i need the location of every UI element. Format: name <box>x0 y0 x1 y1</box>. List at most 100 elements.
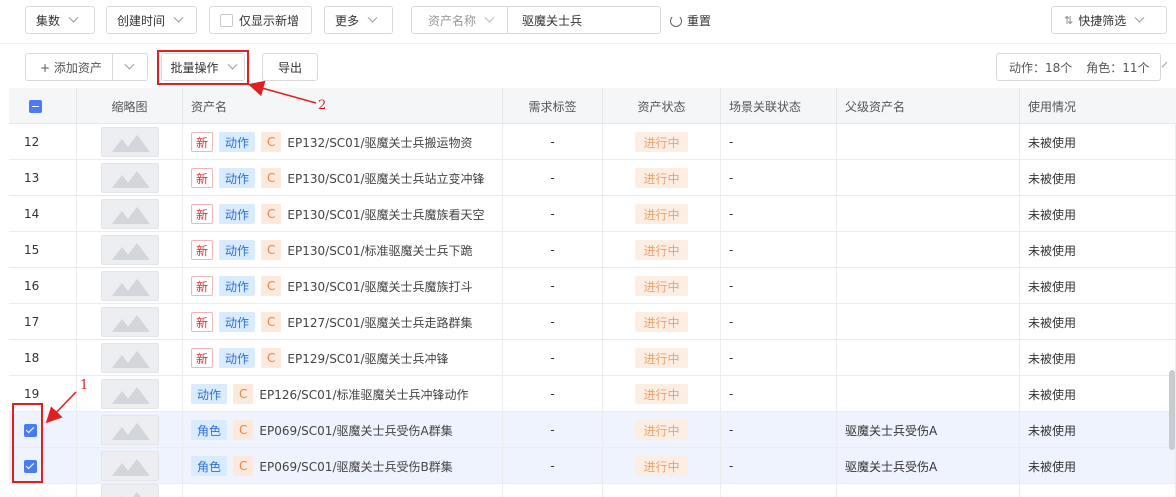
row-number: 19 <box>24 387 40 401</box>
only-new-checkbox[interactable] <box>220 13 233 27</box>
row-number: 15 <box>24 243 40 257</box>
asset-name-cell: 角色 C EP069/SC01/驱魔关士兵受伤A群集 <box>183 412 503 448</box>
status-badge: 进行中 <box>635 168 688 188</box>
requirement-tag-cell: - <box>503 376 603 412</box>
usage-cell: 未被使用 <box>1020 268 1176 304</box>
created-time-filter[interactable]: 创建时间 <box>106 6 197 34</box>
status-badge: 进行中 <box>635 456 688 476</box>
parent-asset-cell <box>837 196 1020 232</box>
row-number: 14 <box>24 207 40 221</box>
usage-cell: 未被使用 <box>1020 304 1176 340</box>
asset-level-badge: C <box>233 456 254 476</box>
search-group: 资产名称 驱魔关士兵 <box>411 6 661 34</box>
table-row[interactable]: 12 新动作 C EP132/SC01/驱魔关士兵搬运物资 - 进行中 - 未被使用 <box>9 124 1176 160</box>
col-usage: 使用情况 <box>1028 99 1077 114</box>
only-new-label: 仅显示新增 <box>239 13 300 28</box>
table-row[interactable]: 16 新动作 C EP130/SC01/驱魔关士兵魔族打斗 - 进行中 - 未被使用 <box>9 268 1176 304</box>
thumbnail-placeholder-icon[interactable] <box>100 127 159 157</box>
reset-button[interactable]: 重置 <box>670 12 711 29</box>
thumbnail-cell <box>77 448 183 484</box>
add-asset-dropdown[interactable] <box>113 59 147 71</box>
thumbnail-placeholder-icon[interactable] <box>100 451 159 481</box>
parent-asset-cell <box>837 376 1020 412</box>
add-asset-label[interactable]: + 添加资产 <box>26 54 113 80</box>
asset-type-badge: 动作 <box>219 204 256 224</box>
thumbnail-placeholder-icon[interactable] <box>100 271 159 301</box>
table-row[interactable]: 19 动作 C EP126/SC01/标准驱魔关士兵冲锋动作 - 进行中 - 未被使用 <box>9 376 1176 412</box>
asset-level-badge: C <box>261 240 282 260</box>
usage-cell: 未被使用 <box>1020 232 1176 268</box>
asset-name-link[interactable]: EP069/SC01/驱魔关士兵受伤A群集 <box>259 422 452 439</box>
asset-name-link[interactable]: EP130/SC01/标准驱魔关士兵下跪 <box>287 242 472 259</box>
asset-name-link[interactable]: EP132/SC01/驱魔关士兵搬运物资 <box>287 134 472 151</box>
table-row-partial <box>9 484 1176 497</box>
thumbnail-placeholder-icon[interactable] <box>100 379 159 409</box>
thumbnail-cell <box>77 232 183 268</box>
created-time-label: 创建时间 <box>117 13 166 28</box>
episode-filter[interactable]: 集数 <box>25 6 95 34</box>
thumbnail-cell <box>77 196 183 232</box>
scene-link-cell: - <box>721 448 837 484</box>
requirement-tag-cell: - <box>503 196 603 232</box>
requirement-tag-cell: - <box>503 124 603 160</box>
row-number: 16 <box>24 279 40 293</box>
asset-type-badge: 动作 <box>219 348 256 368</box>
usage-cell <box>1020 484 1176 497</box>
col-parent-asset: 父级资产名 <box>837 88 1020 124</box>
parent-asset-cell <box>837 484 1020 497</box>
thumbnail-cell <box>77 484 183 497</box>
asset-status-cell: 进行中 <box>603 304 721 340</box>
thumbnail-cell <box>77 268 183 304</box>
row-number-cell: 12 <box>9 124 77 160</box>
export-button[interactable]: 导出 <box>262 53 318 81</box>
parent-asset-cell <box>837 160 1020 196</box>
asset-name-cell: 新动作 C EP127/SC01/驱魔关士兵走路群集 <box>183 304 503 340</box>
only-new-toggle[interactable]: 仅显示新增 <box>209 6 312 34</box>
asset-name-link[interactable]: EP069/SC01/驱魔关士兵受伤B群集 <box>259 458 452 475</box>
search-field-select[interactable]: 资产名称 <box>412 7 508 33</box>
usage-cell: 未被使用 <box>1020 376 1176 412</box>
export-label: 导出 <box>277 60 302 75</box>
asset-name-link[interactable]: EP130/SC01/驱魔关士兵站立变冲锋 <box>287 170 484 187</box>
chevron-down-icon <box>367 12 378 23</box>
add-asset-button[interactable]: + 添加资产 <box>25 53 148 81</box>
thumbnail-placeholder-icon[interactable] <box>100 415 159 445</box>
vertical-scrollbar[interactable] <box>1169 370 1175 450</box>
thumbnail-placeholder-icon[interactable] <box>100 343 159 373</box>
thumbnail-placeholder-icon[interactable] <box>100 199 159 229</box>
usage-cell: 未被使用 <box>1020 124 1176 160</box>
asset-name-link[interactable]: EP126/SC01/标准驱魔关士兵冲锋动作 <box>259 386 468 403</box>
asset-name-link[interactable]: EP127/SC01/驱魔关士兵走路群集 <box>287 314 472 331</box>
asset-type-badge: 动作 <box>219 168 256 188</box>
col-thumbnail: 缩略图 <box>77 88 183 124</box>
thumbnail-placeholder-icon[interactable] <box>100 163 159 193</box>
asset-counts[interactable]: 动作：18个 角色：11个 <box>996 53 1167 81</box>
scene-link-cell: - <box>721 160 837 196</box>
quick-filter-button[interactable]: ⇅ 快捷筛选 <box>1051 6 1167 34</box>
asset-name-link[interactable]: EP130/SC01/驱魔关士兵魔族看天空 <box>287 206 484 223</box>
asset-status-cell: 进行中 <box>603 376 721 412</box>
scene-link-cell: - <box>721 196 837 232</box>
search-input[interactable]: 驱魔关士兵 <box>508 12 582 29</box>
table-row[interactable]: 18 新动作 C EP129/SC01/驱魔关士兵冲锋 - 进行中 - 未被使用 <box>9 340 1176 376</box>
reset-label: 重置 <box>687 14 712 28</box>
sort-icon: ⇅ <box>1064 13 1074 27</box>
select-all-checkbox[interactable] <box>29 99 42 113</box>
annotation-label-2: 2 <box>318 98 327 113</box>
table-row[interactable]: 角色 C EP069/SC01/驱魔关士兵受伤B群集 - 进行中 - 驱魔关士兵受伤A 未被使… <box>9 448 1176 484</box>
more-filter[interactable]: 更多 <box>324 6 393 34</box>
asset-name-cell: 新动作 C EP130/SC01/标准驱魔关士兵下跪 <box>183 232 503 268</box>
table-row[interactable]: 14 新动作 C EP130/SC01/驱魔关士兵魔族看天空 - 进行中 - 未被使用 <box>9 196 1176 232</box>
parent-asset-cell <box>837 268 1020 304</box>
asset-type-badge: 角色 <box>191 420 228 440</box>
asset-name-link[interactable]: EP130/SC01/驱魔关士兵魔族打斗 <box>287 278 472 295</box>
row-number-cell: 15 <box>9 232 77 268</box>
table-row[interactable]: 15 新动作 C EP130/SC01/标准驱魔关士兵下跪 - 进行中 - 未被使用 <box>9 232 1176 268</box>
asset-name-link[interactable]: EP129/SC01/驱魔关士兵冲锋 <box>287 350 448 367</box>
table-row[interactable]: 13 新动作 C EP130/SC01/驱魔关士兵站立变冲锋 - 进行中 - 未被使用 <box>9 160 1176 196</box>
table-row[interactable]: 角色 C EP069/SC01/驱魔关士兵受伤A群集 - 进行中 - 驱魔关士兵受伤A 未被使… <box>9 412 1176 448</box>
thumbnail-placeholder-icon[interactable] <box>100 307 159 337</box>
thumbnail-placeholder-icon <box>100 484 159 497</box>
thumbnail-placeholder-icon[interactable] <box>100 235 159 265</box>
table-row[interactable]: 17 新动作 C EP127/SC01/驱魔关士兵走路群集 - 进行中 - 未被使用 <box>9 304 1176 340</box>
